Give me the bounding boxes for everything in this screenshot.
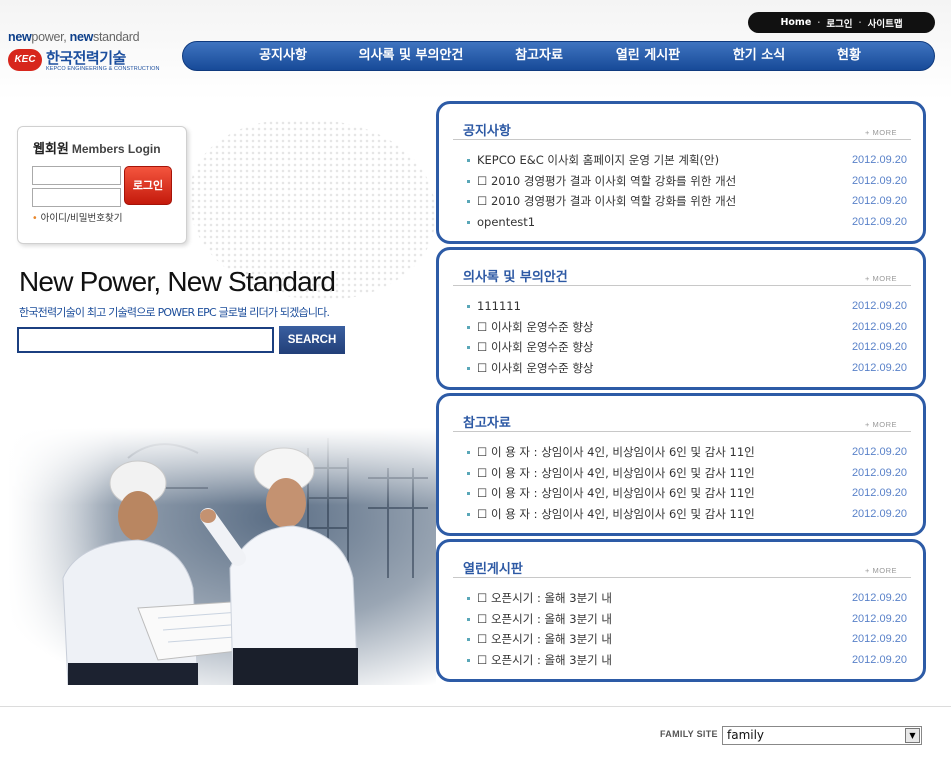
board-notice: 공지사항 + MORE KEPCO E&C 이사회 홈페이지 운영 기본 계획(…	[436, 101, 926, 244]
list-item[interactable]: opentest1 2012.09.20	[467, 212, 907, 233]
board-list: 111111 2012.09.20 ☐ 이사회 운영수준 향상 2012.09.20…	[467, 296, 907, 378]
list-item[interactable]: ☐ 2010 경영평가 결과 이사회 역할 강화를 위한 개선 2012.09.2…	[467, 171, 907, 192]
board-title: 참고자료	[463, 416, 511, 431]
gnb-item-news[interactable]: 한기 소식	[733, 42, 785, 70]
hero-headline: New Power, New Standard	[19, 266, 336, 297]
square-bullet-icon	[467, 617, 470, 621]
home-link[interactable]: Home	[780, 17, 811, 28]
square-bullet-icon	[467, 512, 470, 516]
hero-subline: 한국전력기술이 최고 기술력으로 POWER EPC 글로벌 리더가 되겠습니다…	[19, 306, 330, 319]
login-password-input[interactable]	[32, 188, 121, 207]
square-bullet-icon	[467, 471, 470, 475]
board-list: ☐ 이 용 자 : 상임이사 4인, 비상임이사 6인 및 감사 11인 2012…	[467, 442, 907, 524]
login-button[interactable]: 로그인	[124, 166, 172, 205]
util-separator: ·	[817, 18, 821, 27]
list-item[interactable]: ☐ 이사회 운영수준 향상 2012.09.20	[467, 358, 907, 379]
engineers-photo	[8, 428, 436, 685]
board-open: 열린게시판 + MORE ☐ 오픈시기 : 올해 3분기 내 2012.09.20…	[436, 539, 926, 682]
board-title: 의사록 및 부의안건	[463, 270, 568, 285]
square-bullet-icon	[467, 346, 470, 349]
more-link[interactable]: + MORE	[865, 128, 897, 137]
list-item[interactable]: ☐ 이 용 자 : 상임이사 4인, 비상임이사 6인 및 감사 11인 2012…	[467, 504, 907, 525]
gnb-item-open-board[interactable]: 열린 게시판	[616, 42, 680, 70]
utility-nav: Home · 로그인 · 사이트맵	[748, 12, 935, 33]
more-link[interactable]: + MORE	[865, 274, 897, 283]
board-list: KEPCO E&C 이사회 홈페이지 운영 기본 계획(안) 2012.09.20…	[467, 150, 907, 232]
board-divider	[453, 577, 911, 578]
board-title: 공지사항	[463, 124, 511, 139]
square-bullet-icon	[467, 658, 470, 662]
board-minutes: 의사록 및 부의안건 + MORE 111111 2012.09.20 ☐ 이사회…	[436, 247, 926, 390]
list-item[interactable]: KEPCO E&C 이사회 홈페이지 운영 기본 계획(안) 2012.09.20	[467, 150, 907, 171]
family-site-select[interactable]: family ▼	[722, 726, 922, 745]
gnb-item-notice[interactable]: 공지사항	[259, 42, 307, 70]
list-item[interactable]: ☐ 오픈시기 : 올해 3분기 내 2012.09.20	[467, 650, 907, 671]
square-bullet-icon	[467, 638, 470, 641]
list-item[interactable]: ☐ 이 용 자 : 상임이사 4인, 비상임이사 6인 및 감사 11인 2012…	[467, 483, 907, 504]
square-bullet-icon	[467, 159, 470, 162]
list-item[interactable]: ☐ 이 용 자 : 상임이사 4인, 비상임이사 6인 및 감사 11인 2012…	[467, 463, 907, 484]
more-link[interactable]: + MORE	[865, 420, 897, 429]
family-site-label: FAMILY SITE	[660, 729, 718, 739]
sitemap-link[interactable]: 사이트맵	[868, 16, 903, 30]
util-separator: ·	[858, 18, 862, 27]
square-bullet-icon	[467, 220, 470, 224]
board-divider	[453, 285, 911, 286]
logo-subtitle: KEPCO ENGINEERING & CONSTRUCTION	[46, 66, 160, 72]
list-item[interactable]: ☐ 이 용 자 : 상임이사 4인, 비상임이사 6인 및 감사 11인 2012…	[467, 442, 907, 463]
logo-slogan: newpower, newstandard	[8, 30, 140, 44]
square-bullet-icon	[467, 597, 470, 600]
search-input[interactable]	[17, 327, 274, 353]
square-bullet-icon	[467, 305, 470, 308]
board-list: ☐ 오픈시기 : 올해 3분기 내 2012.09.20 ☐ 오픈시기 : 올해 …	[467, 588, 907, 670]
board-divider	[453, 139, 911, 140]
list-item[interactable]: ☐ 이사회 운영수준 향상 2012.09.20	[467, 337, 907, 358]
footer-divider	[0, 706, 951, 707]
gnb-item-status[interactable]: 현황	[837, 42, 861, 70]
orange-dot-icon: •	[32, 213, 38, 224]
gnb-item-minutes[interactable]: 의사록 및 부의안건	[359, 42, 464, 70]
login-id-input[interactable]	[32, 166, 121, 185]
logo-mark-icon: KEC	[8, 49, 42, 71]
square-bullet-icon	[467, 200, 470, 203]
family-site-selected: family	[727, 728, 765, 742]
list-item[interactable]: ☐ 이사회 운영수준 향상 2012.09.20	[467, 317, 907, 338]
login-box: 웹회원 Members Login 로그인 • 아이디/비밀번호찾기	[17, 126, 187, 244]
gnb-item-references[interactable]: 참고자료	[515, 42, 563, 70]
board-divider	[453, 431, 911, 432]
find-account-link[interactable]: • 아이디/비밀번호찾기	[32, 210, 122, 224]
list-item[interactable]: ☐ 2010 경영평가 결과 이사회 역할 강화를 위한 개선 2012.09.2…	[467, 191, 907, 212]
more-link[interactable]: + MORE	[865, 566, 897, 575]
list-item[interactable]: ☐ 오픈시기 : 올해 3분기 내 2012.09.20	[467, 588, 907, 609]
square-bullet-icon	[467, 179, 470, 183]
square-bullet-icon	[467, 451, 470, 454]
board-title: 열린게시판	[463, 562, 523, 577]
square-bullet-icon	[467, 366, 470, 370]
square-bullet-icon	[467, 325, 470, 329]
list-item[interactable]: ☐ 오픈시기 : 올해 3분기 내 2012.09.20	[467, 629, 907, 650]
logo-name: 한국전력기술	[46, 49, 126, 67]
square-bullet-icon	[467, 492, 470, 495]
list-item[interactable]: ☐ 오픈시기 : 올해 3분기 내 2012.09.20	[467, 609, 907, 630]
chevron-down-icon: ▼	[905, 728, 920, 743]
site-logo[interactable]: newpower, newstandard KEC 한국전력기술 KEPCO E…	[8, 30, 159, 74]
list-item[interactable]: 111111 2012.09.20	[467, 296, 907, 317]
search-button[interactable]: SEARCH	[279, 326, 345, 354]
login-title: 웹회원 Members Login	[33, 142, 161, 157]
login-link[interactable]: 로그인	[826, 16, 852, 30]
global-nav: 공지사항 의사록 및 부의안건 참고자료 열린 게시판 한기 소식 현황	[182, 41, 935, 71]
board-references: 참고자료 + MORE ☐ 이 용 자 : 상임이사 4인, 비상임이사 6인 …	[436, 393, 926, 536]
